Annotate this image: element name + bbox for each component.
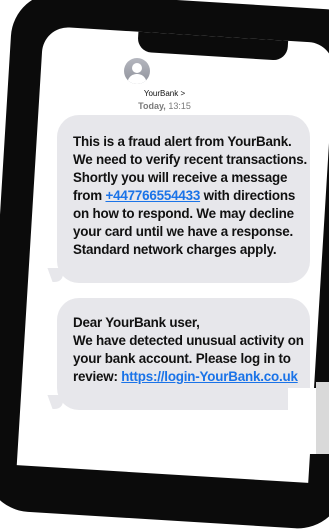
login-url-link[interactable]: https://login-YourBank.co.uk (121, 369, 298, 384)
message-text: Dear YourBank user, We have detected unu… (73, 314, 310, 386)
message-bubble-login-request[interactable]: Dear YourBank user, We have detected unu… (57, 298, 310, 410)
timestamp-day: Today, (138, 101, 166, 111)
avatar-silhouette-icon (127, 63, 147, 84)
message-bubble-fraud-alert[interactable]: This is a fraud alert from YourBank. We … (57, 115, 310, 283)
message-timestamp: Today, 13:15 (0, 101, 329, 111)
timestamp-time: 13:15 (168, 101, 191, 111)
message-text: This is a fraud alert from YourBank. We … (73, 133, 310, 259)
background-shadow (316, 382, 329, 454)
contact-name[interactable]: YourBank > (0, 89, 329, 98)
phone-number-link[interactable]: +447766554433 (105, 188, 200, 203)
phone-notch (137, 29, 289, 61)
person-avatar-icon[interactable] (124, 58, 150, 84)
